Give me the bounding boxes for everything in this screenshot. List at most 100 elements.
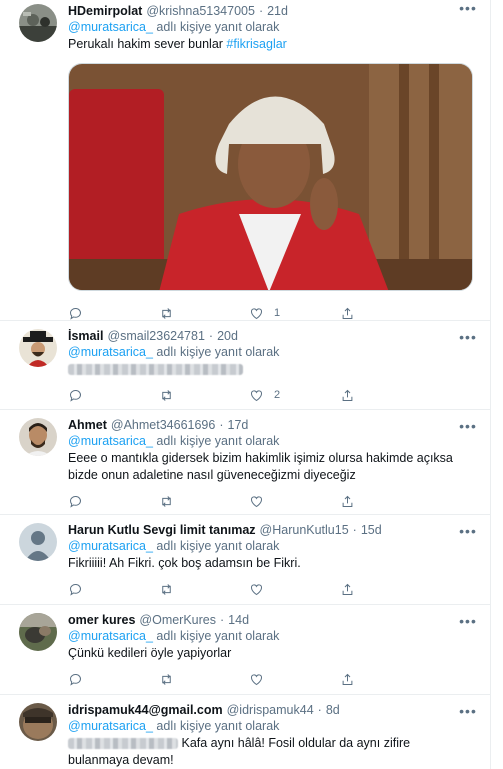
tweet[interactable]: ••• idrispamuk44@gmail.com @idrispamuk44…	[0, 695, 490, 769]
timestamp[interactable]: 20d	[217, 329, 238, 343]
like-button[interactable]: 1	[249, 306, 340, 321]
tweet-header: idrispamuk44@gmail.com @idrispamuk44 · 8…	[68, 703, 490, 717]
timestamp[interactable]: 14d	[228, 613, 249, 627]
username[interactable]: @Ahmet34661696	[111, 418, 215, 432]
reply-button[interactable]	[68, 672, 159, 687]
username[interactable]: @OmerKures	[139, 613, 216, 627]
share-icon	[342, 389, 352, 401]
username[interactable]: @krishna51347005	[146, 4, 255, 18]
retweet-button[interactable]	[159, 494, 250, 509]
tweet[interactable]: ••• Harun Kutlu Sevgi limit tanımaz @Har…	[0, 515, 490, 605]
timestamp[interactable]: 21d	[267, 4, 288, 18]
avatar[interactable]	[19, 523, 57, 561]
more-options-icon[interactable]: •••	[459, 523, 476, 539]
separator-dot: ·	[352, 523, 357, 537]
tweet-text: Perukalı hakim sever bunlar #fikrisaglar	[68, 36, 490, 53]
mention-link[interactable]: @muratsarica_	[68, 345, 153, 359]
share-button[interactable]	[340, 388, 431, 403]
timestamp[interactable]: 8d	[326, 703, 340, 717]
more-options-icon[interactable]: •••	[459, 703, 476, 719]
avatar-photo	[19, 613, 57, 651]
heart-icon	[251, 583, 262, 595]
hashtag-link[interactable]: #fikrisaglar	[226, 37, 286, 51]
timestamp[interactable]: 17d	[228, 418, 249, 432]
tweet[interactable]: ••• HDemirpolat @krishna51347005 · 21d @…	[0, 0, 490, 321]
tweet-text: Fikriiiii! Ah Fikri. çok boş adamsın be …	[68, 556, 301, 570]
reply-button[interactable]	[68, 388, 159, 403]
like-button[interactable]	[249, 672, 340, 687]
username[interactable]: @smail23624781	[107, 329, 204, 343]
mention-link[interactable]: @muratsarica_	[68, 539, 153, 553]
tweet[interactable]: ••• Ahmet @Ahmet34661696 · 17d @muratsar…	[0, 410, 490, 515]
share-button[interactable]	[340, 494, 431, 509]
share-button[interactable]	[340, 672, 431, 687]
reply-label: adlı kişiye yanıt olarak	[156, 345, 280, 359]
retweet-button[interactable]	[159, 388, 250, 403]
tweet-actions: 2	[68, 378, 490, 412]
username[interactable]: @HarunKutlu15	[260, 523, 349, 537]
tweet-actions	[68, 572, 490, 606]
blurred-text	[68, 738, 178, 750]
retweet-button[interactable]	[159, 582, 250, 597]
like-count: 2	[274, 389, 281, 401]
tweet[interactable]: ••• İsmail @smail23624781 · 20d @muratsa…	[0, 321, 490, 410]
like-button[interactable]	[249, 494, 340, 509]
display-name[interactable]: omer kures	[68, 613, 135, 627]
retweet-icon	[161, 307, 171, 319]
share-button[interactable]	[340, 582, 431, 597]
display-name[interactable]: HDemirpolat	[68, 4, 142, 18]
avatar[interactable]	[19, 329, 57, 367]
more-options-icon[interactable]: •••	[459, 613, 476, 629]
reply-button[interactable]	[68, 306, 159, 321]
reply-icon	[70, 495, 81, 508]
tweet-header: İsmail @smail23624781 · 20d	[68, 329, 490, 343]
tweet-media-image[interactable]	[68, 63, 473, 291]
reply-context: @muratsarica_ adlı kişiye yanıt olarak	[68, 539, 490, 553]
share-button[interactable]	[340, 306, 431, 321]
separator-dot: ·	[208, 329, 214, 343]
mention-link[interactable]: @muratsarica_	[68, 434, 153, 448]
tweet-text: Kafa aynı hâlâ! Fosil oldular da aynı zi…	[68, 735, 490, 769]
more-options-icon[interactable]: •••	[459, 418, 476, 434]
heart-icon	[251, 389, 262, 401]
avatar-photo	[19, 703, 57, 741]
timestamp[interactable]: 15d	[361, 523, 382, 537]
share-icon	[342, 307, 352, 319]
media-photo	[69, 64, 472, 290]
username[interactable]: @idrispamuk44	[227, 703, 314, 717]
avatar[interactable]	[19, 703, 57, 741]
retweet-icon	[161, 495, 171, 507]
separator-dot: ·	[317, 703, 322, 717]
reply-button[interactable]	[68, 582, 159, 597]
reply-label: adlı kişiye yanıt olarak	[156, 434, 280, 448]
heart-icon	[251, 673, 262, 685]
mention-link[interactable]: @muratsarica_	[68, 719, 153, 733]
reply-label: adlı kişiye yanıt olarak	[156, 20, 280, 34]
retweet-button[interactable]	[159, 672, 250, 687]
reply-context: @muratsarica_ adlı kişiye yanıt olarak	[68, 345, 490, 359]
avatar[interactable]	[19, 418, 57, 456]
more-options-icon[interactable]: •••	[459, 329, 476, 345]
tweet[interactable]: ••• omer kures @OmerKures · 14d @muratsa…	[0, 605, 490, 695]
avatar[interactable]	[19, 613, 57, 651]
share-icon	[342, 673, 352, 685]
like-button[interactable]: 2	[249, 388, 340, 403]
retweet-icon	[161, 389, 171, 401]
avatar[interactable]	[19, 4, 57, 42]
tweet-header: Ahmet @Ahmet34661696 · 17d	[68, 418, 490, 432]
more-options-icon[interactable]: •••	[459, 0, 476, 16]
reply-icon	[70, 389, 81, 402]
default-avatar-icon	[19, 523, 57, 561]
retweet-button[interactable]	[159, 306, 250, 321]
tweet-actions	[68, 662, 490, 696]
reply-label: adlı kişiye yanıt olarak	[156, 719, 280, 733]
like-button[interactable]	[249, 582, 340, 597]
display-name[interactable]: İsmail	[68, 329, 103, 343]
reply-button[interactable]	[68, 494, 159, 509]
mention-link[interactable]: @muratsarica_	[68, 629, 153, 643]
display-name[interactable]: idrispamuk44@gmail.com	[68, 703, 223, 717]
tweet-header: omer kures @OmerKures · 14d	[68, 613, 490, 627]
mention-link[interactable]: @muratsarica_	[68, 20, 153, 34]
display-name[interactable]: Harun Kutlu Sevgi limit tanımaz	[68, 523, 256, 537]
display-name[interactable]: Ahmet	[68, 418, 107, 432]
